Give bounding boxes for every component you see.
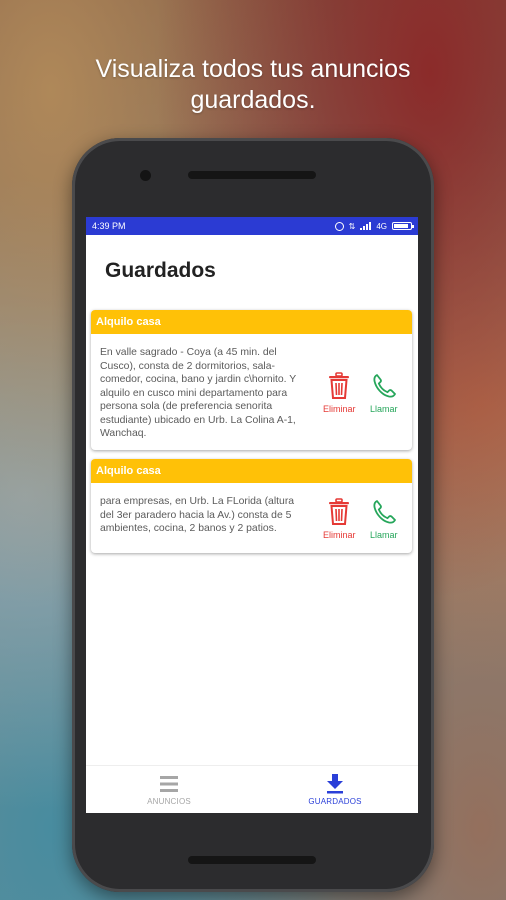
battery-icon xyxy=(392,222,414,230)
app-screen: 4:39 PM ⇅ 4G Guardados Alquilo casa En v… xyxy=(86,217,418,813)
phone-icon xyxy=(373,500,396,524)
signal-icon xyxy=(360,222,372,230)
saved-ad-card[interactable]: Alquilo casa para empresas, en Urb. La F… xyxy=(91,459,412,553)
status-time: 4:39 PM xyxy=(92,221,126,231)
card-description: En valle sagrado - Coya (a 45 min. del C… xyxy=(100,347,297,439)
bottom-speaker xyxy=(188,856,316,864)
data-transfer-icon: ⇅ xyxy=(348,221,356,231)
nav-item-guardados[interactable]: GUARDADOS xyxy=(252,766,418,813)
status-bar: 4:39 PM ⇅ 4G xyxy=(86,217,418,235)
nav-label-guardados: GUARDADOS xyxy=(308,796,362,806)
saved-ad-card[interactable]: Alquilo casa En valle sagrado - Coya (a … xyxy=(91,310,412,450)
download-icon xyxy=(327,773,343,793)
delete-button[interactable]: Eliminar xyxy=(323,498,356,540)
nav-label-anuncios: ANUNCIOS xyxy=(147,796,191,806)
network-type: 4G xyxy=(376,221,387,231)
front-camera xyxy=(140,170,151,181)
card-title: Alquilo casa xyxy=(91,459,412,483)
promo-headline-line1: Visualiza todos tus anuncios xyxy=(95,55,411,83)
phone-frame: 4:39 PM ⇅ 4G Guardados Alquilo casa En v… xyxy=(72,138,434,892)
page-title: Guardados xyxy=(105,259,216,282)
bottom-navigation: ANUNCIOS GUARDADOS xyxy=(86,765,418,813)
card-title: Alquilo casa xyxy=(91,310,412,334)
nav-item-anuncios[interactable]: ANUNCIOS xyxy=(86,766,252,813)
alarm-icon xyxy=(334,221,344,231)
call-button[interactable]: Llamar xyxy=(370,372,398,414)
phone-icon xyxy=(373,374,396,398)
card-description: para empresas, en Urb. La FLorida (altur… xyxy=(100,496,295,534)
promo-headline-line2: guardados. xyxy=(190,86,316,114)
delete-button[interactable]: Eliminar xyxy=(323,372,356,414)
promo-headline: Visualiza todos tus anuncios guardados. xyxy=(0,54,506,116)
call-button[interactable]: Llamar xyxy=(370,498,398,540)
delete-label: Eliminar xyxy=(323,404,356,414)
earpiece-speaker xyxy=(188,171,316,179)
status-icons: ⇅ 4G xyxy=(334,221,414,231)
trash-icon xyxy=(329,372,350,399)
trash-icon xyxy=(329,498,350,525)
delete-label: Eliminar xyxy=(323,530,356,540)
call-label: Llamar xyxy=(370,404,398,414)
list-icon xyxy=(160,775,178,792)
call-label: Llamar xyxy=(370,530,398,540)
